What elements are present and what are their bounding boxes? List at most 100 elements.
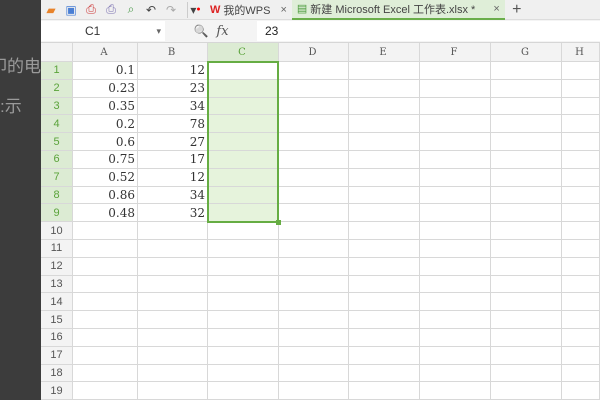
cell-G10[interactable] <box>491 222 562 240</box>
cell-A18[interactable] <box>73 364 138 383</box>
row-header-6[interactable]: 6 <box>41 151 73 169</box>
cell-A1[interactable]: 0.1 <box>73 62 138 80</box>
column-header-B[interactable]: B <box>138 43 208 62</box>
cell-D6[interactable] <box>279 151 349 169</box>
cell-B16[interactable] <box>138 329 208 347</box>
column-header-G[interactable]: G <box>491 43 562 62</box>
row-header-13[interactable]: 13 <box>41 275 73 294</box>
cell-B1[interactable]: 12 <box>138 62 208 80</box>
cell-D8[interactable] <box>279 186 349 205</box>
cell-A17[interactable] <box>73 346 138 365</box>
cell-C11[interactable] <box>208 240 279 258</box>
cell-H8[interactable] <box>562 186 600 205</box>
cell-G18[interactable] <box>491 364 562 383</box>
cell-H5[interactable] <box>562 133 600 151</box>
cell-G9[interactable] <box>491 204 562 223</box>
cell-B3[interactable]: 34 <box>138 97 208 116</box>
close-icon[interactable]: × <box>280 4 286 16</box>
row-header-19[interactable]: 19 <box>41 382 73 400</box>
cell-F12[interactable] <box>420 257 491 276</box>
cell-F2[interactable] <box>420 79 491 98</box>
row-header-7[interactable]: 7 <box>41 168 73 187</box>
cell-A5[interactable]: 0.6 <box>73 133 138 151</box>
cell-G15[interactable] <box>491 311 562 329</box>
cell-F6[interactable] <box>420 151 491 169</box>
cell-G1[interactable] <box>491 62 562 80</box>
cell-H15[interactable] <box>562 311 600 329</box>
cell-F9[interactable] <box>420 204 491 223</box>
cell-D1[interactable] <box>279 62 349 80</box>
cell-F19[interactable] <box>420 382 491 400</box>
cell-G3[interactable] <box>491 97 562 116</box>
print-preview-icon[interactable]: ⌕ <box>123 2 139 18</box>
cell-F7[interactable] <box>420 168 491 187</box>
column-header-H[interactable]: H <box>562 43 600 62</box>
cell-A8[interactable]: 0.86 <box>73 186 138 205</box>
cell-G6[interactable] <box>491 151 562 169</box>
cell-F1[interactable] <box>420 62 491 80</box>
cell-H11[interactable] <box>562 240 600 258</box>
cell-H3[interactable] <box>562 97 600 116</box>
cell-D10[interactable] <box>279 222 349 240</box>
cell-B9[interactable]: 32 <box>138 204 208 223</box>
select-all-corner[interactable] <box>41 43 73 62</box>
cell-A9[interactable]: 0.48 <box>73 204 138 223</box>
cell-H10[interactable] <box>562 222 600 240</box>
cell-B5[interactable]: 27 <box>138 133 208 151</box>
cell-E1[interactable] <box>349 62 420 80</box>
chevron-down-icon[interactable]: ▾ <box>156 26 161 37</box>
cell-H6[interactable] <box>562 151 600 169</box>
cell-G14[interactable] <box>491 293 562 312</box>
cell-G16[interactable] <box>491 329 562 347</box>
cell-H4[interactable] <box>562 115 600 134</box>
cell-C10[interactable] <box>208 222 279 240</box>
cell-B15[interactable] <box>138 311 208 329</box>
cell-H1[interactable] <box>562 62 600 80</box>
row-header-15[interactable]: 15 <box>41 311 73 329</box>
column-header-D[interactable]: D <box>279 43 349 62</box>
cell-E11[interactable] <box>349 240 420 258</box>
cell-H2[interactable] <box>562 79 600 98</box>
cell-E7[interactable] <box>349 168 420 187</box>
dropdown-icon[interactable]: ▾ ● <box>187 1 203 18</box>
cell-H7[interactable] <box>562 168 600 187</box>
cell-C5[interactable] <box>208 133 279 151</box>
cell-A4[interactable]: 0.2 <box>73 115 138 134</box>
cell-E5[interactable] <box>349 133 420 151</box>
cell-H19[interactable] <box>562 382 600 400</box>
cell-D16[interactable] <box>279 329 349 347</box>
cell-F8[interactable] <box>420 186 491 205</box>
cell-D7[interactable] <box>279 168 349 187</box>
cell-G7[interactable] <box>491 168 562 187</box>
cell-A14[interactable] <box>73 293 138 312</box>
cell-C1[interactable] <box>208 62 279 80</box>
row-header-5[interactable]: 5 <box>41 133 73 151</box>
cell-E15[interactable] <box>349 311 420 329</box>
cell-H12[interactable] <box>562 257 600 276</box>
cell-G2[interactable] <box>491 79 562 98</box>
row-header-16[interactable]: 16 <box>41 329 73 347</box>
new-tab-button[interactable]: + <box>509 1 525 18</box>
cell-E4[interactable] <box>349 115 420 134</box>
cell-C9[interactable] <box>208 204 279 223</box>
row-header-14[interactable]: 14 <box>41 293 73 312</box>
open-icon[interactable]: ▰ <box>43 2 59 18</box>
cell-D12[interactable] <box>279 257 349 276</box>
cell-C4[interactable] <box>208 115 279 134</box>
cell-B2[interactable]: 23 <box>138 79 208 98</box>
cell-F10[interactable] <box>420 222 491 240</box>
cell-E14[interactable] <box>349 293 420 312</box>
column-header-E[interactable]: E <box>349 43 420 62</box>
row-header-8[interactable]: 8 <box>41 186 73 205</box>
cell-E13[interactable] <box>349 275 420 294</box>
cell-C17[interactable] <box>208 346 279 365</box>
cell-E9[interactable] <box>349 204 420 223</box>
column-header-F[interactable]: F <box>420 43 491 62</box>
formula-input[interactable]: 23 <box>257 21 600 41</box>
cell-D14[interactable] <box>279 293 349 312</box>
cell-C15[interactable] <box>208 311 279 329</box>
cell-B7[interactable]: 12 <box>138 168 208 187</box>
row-header-12[interactable]: 12 <box>41 257 73 276</box>
cell-B6[interactable]: 17 <box>138 151 208 169</box>
cell-B11[interactable] <box>138 240 208 258</box>
